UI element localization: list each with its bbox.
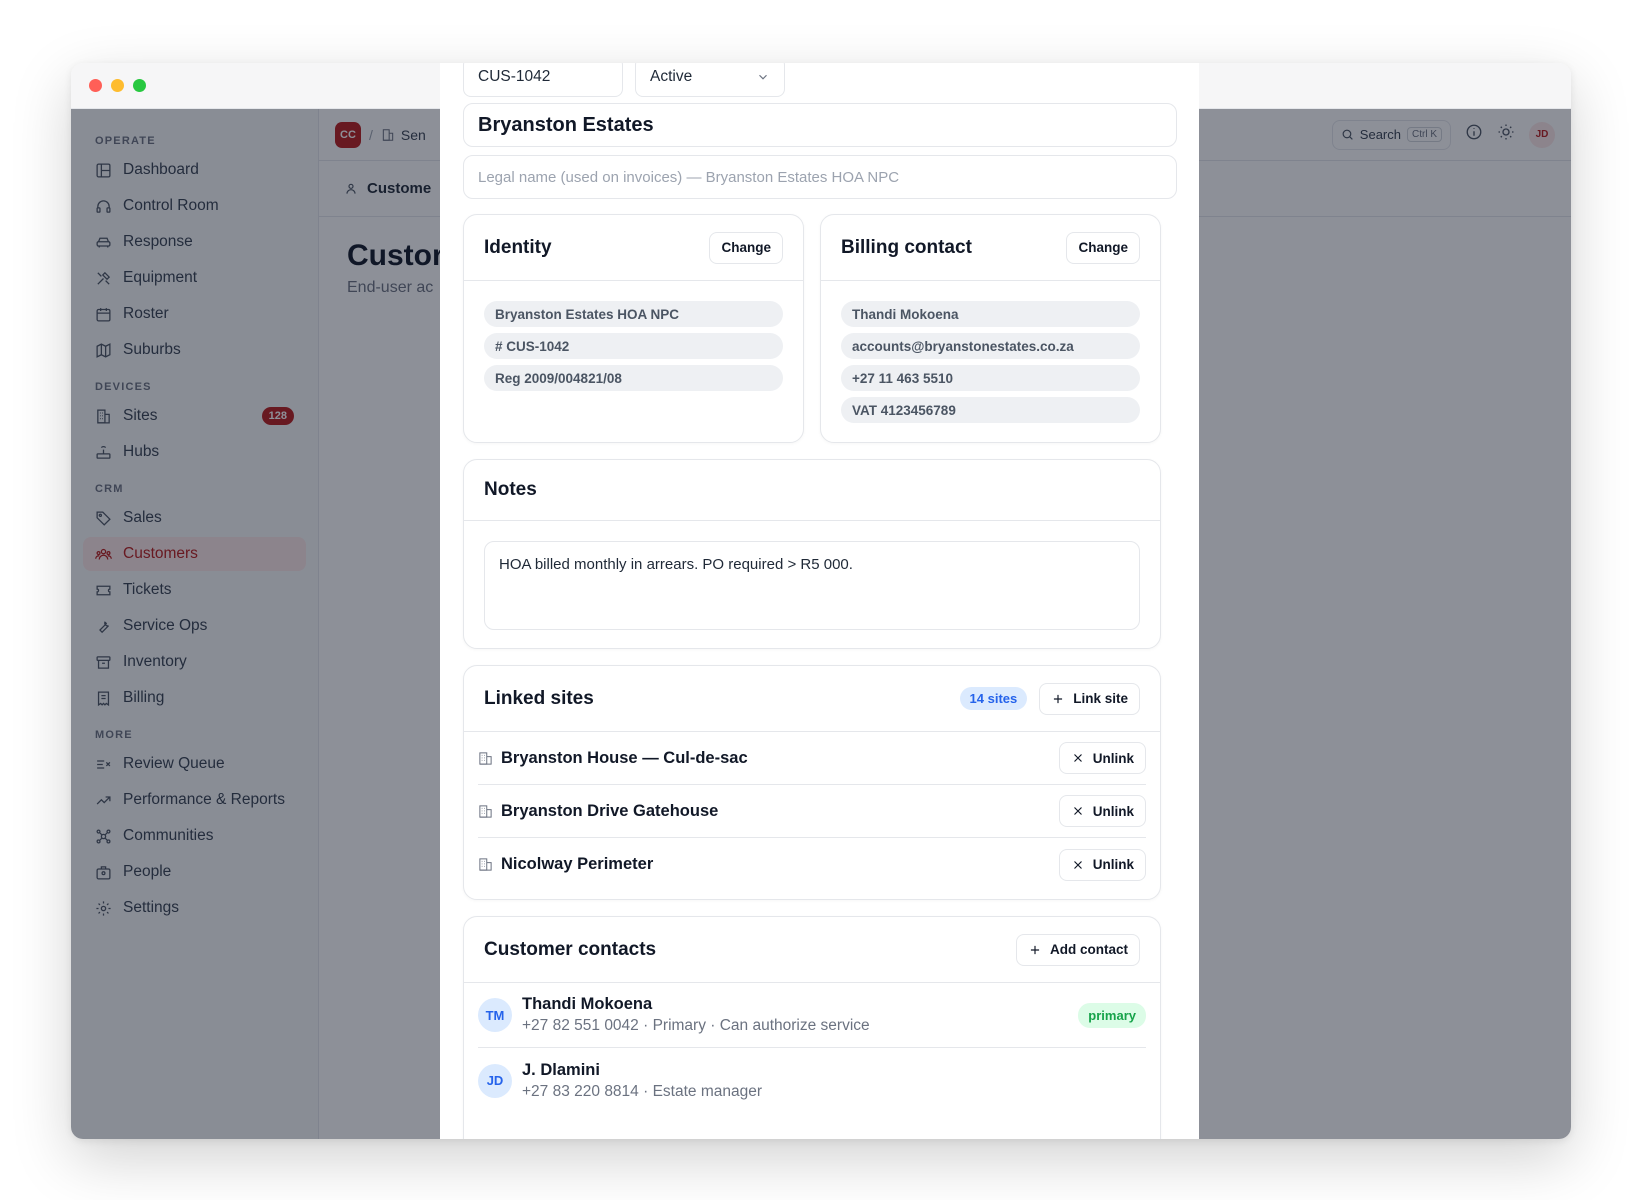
customer-contacts-card: Customer contacts Add contact TM Thandi … bbox=[463, 916, 1161, 1139]
avatar: JD bbox=[478, 1063, 512, 1098]
status-badge: primary bbox=[1078, 1002, 1146, 1028]
billing-contact-name: Thandi Mokoena bbox=[841, 301, 1140, 327]
plus-icon bbox=[1054, 694, 1063, 703]
contact-meta: +27 83 220 8814 · Estate manager bbox=[522, 1082, 762, 1100]
billing-contact-card: Billing contact Change Thandi Mokoena ac… bbox=[820, 214, 1161, 443]
identity-code: # CUS-1042 bbox=[484, 333, 783, 359]
unlink-label: Unlink bbox=[1092, 803, 1134, 819]
billing-vat: VAT 4123456789 bbox=[841, 397, 1140, 423]
identity-card-header: Identity Change bbox=[464, 215, 803, 281]
link-site-button[interactable]: Link site bbox=[1039, 682, 1140, 715]
contact-meta: +27 82 551 0042 · Primary · Can authoriz… bbox=[522, 1017, 870, 1034]
billing-change-button[interactable]: Change bbox=[1066, 231, 1140, 264]
close-icon bbox=[1073, 807, 1082, 815]
unlink-label: Unlink bbox=[1092, 857, 1134, 872]
contacts-title: Customer contacts bbox=[484, 938, 657, 960]
legal-name-field[interactable]: Legal name (used on invoices) — Bryansto… bbox=[463, 155, 1177, 199]
customer-edit-modal: CUS-1042 Active Bryanston Estates Legal … bbox=[440, 63, 1199, 1139]
code-status-row: CUS-1042 Active bbox=[463, 63, 785, 97]
unlink-button[interactable]: Unlink bbox=[1058, 742, 1146, 774]
billing-card-header: Billing contact Change bbox=[821, 215, 1160, 281]
notes-card: Notes HOA billed monthly in arrears. PO … bbox=[463, 459, 1161, 649]
contact-name: Thandi Mokoena bbox=[522, 995, 653, 1013]
linked-sites-card: Linked sites 14 sites Link site Bryansto… bbox=[463, 665, 1161, 900]
customer-name-field[interactable]: Bryanston Estates bbox=[463, 103, 1177, 147]
contact-name: J. Dlamini bbox=[522, 1060, 600, 1079]
list-item[interactable]: JD J. Dlamini +27 83 220 8814 · Estate m… bbox=[478, 1048, 1146, 1113]
list-item[interactable]: TM Thandi Mokoena +27 82 551 0042 · Prim… bbox=[478, 983, 1146, 1048]
building-icon bbox=[479, 804, 492, 818]
close-window-button[interactable] bbox=[89, 79, 102, 92]
close-icon bbox=[1073, 860, 1082, 869]
billing-phone: +27 11 463 5510 bbox=[841, 365, 1140, 391]
contacts-list: TM Thandi Mokoena +27 82 551 0042 · Prim… bbox=[464, 983, 1160, 1113]
unlink-label: Unlink bbox=[1092, 750, 1134, 766]
list-item: Bryanston Drive Gatehouse Unlink bbox=[478, 785, 1146, 838]
billing-title: Billing contact bbox=[841, 236, 972, 258]
identity-legal-name: Bryanston Estates HOA NPC bbox=[484, 301, 783, 327]
site-name[interactable]: Bryanston Drive Gatehouse bbox=[501, 802, 718, 821]
customer-code-field[interactable]: CUS-1042 bbox=[463, 63, 623, 97]
linked-sites-header: Linked sites 14 sites Link site bbox=[464, 666, 1160, 732]
list-item: Bryanston House — Cul-de-sac Unlink bbox=[478, 732, 1146, 785]
billing-email: accounts@bryanstonestates.co.za bbox=[841, 333, 1140, 359]
contacts-header: Customer contacts Add contact bbox=[464, 917, 1160, 983]
status-value: Active bbox=[650, 68, 693, 85]
notes-textarea[interactable]: HOA billed monthly in arrears. PO requir… bbox=[484, 541, 1140, 630]
sites-count-badge: 14 sites bbox=[959, 687, 1028, 710]
identity-card: Identity Change Bryanston Estates HOA NP… bbox=[463, 214, 804, 443]
status-select[interactable]: Active bbox=[635, 63, 785, 97]
chevron-down-icon bbox=[759, 74, 767, 80]
identity-change-button[interactable]: Change bbox=[709, 231, 783, 264]
unlink-button[interactable]: Unlink bbox=[1058, 795, 1146, 827]
maximize-window-button[interactable] bbox=[133, 79, 146, 92]
building-icon bbox=[479, 858, 492, 871]
site-name[interactable]: Bryanston House — Cul-de-sac bbox=[501, 749, 748, 768]
billing-details: Thandi Mokoena accounts@bryanstonestates… bbox=[821, 281, 1160, 423]
notes-card-header: Notes bbox=[464, 460, 1160, 521]
avatar: TM bbox=[478, 998, 512, 1032]
identity-title: Identity bbox=[484, 236, 552, 258]
unlink-button[interactable]: Unlink bbox=[1058, 848, 1146, 881]
close-icon bbox=[1073, 754, 1082, 762]
notes-title: Notes bbox=[484, 479, 537, 500]
identity-details: Bryanston Estates HOA NPC # CUS-1042 Reg… bbox=[464, 281, 803, 391]
plus-icon bbox=[1030, 945, 1040, 954]
add-contact-button[interactable]: Add contact bbox=[1015, 933, 1140, 966]
link-site-label: Link site bbox=[1073, 691, 1128, 706]
building-icon bbox=[479, 751, 492, 765]
site-name[interactable]: Nicolway Perimeter bbox=[501, 855, 653, 874]
list-item: Nicolway Perimeter Unlink bbox=[478, 838, 1146, 891]
add-contact-label: Add contact bbox=[1049, 942, 1128, 957]
identity-registration: Reg 2009/004821/08 bbox=[484, 365, 783, 391]
linked-sites-list: Bryanston House — Cul-de-sac Unlink Brya… bbox=[464, 732, 1160, 891]
minimize-window-button[interactable] bbox=[111, 79, 124, 92]
linked-sites-title: Linked sites bbox=[484, 687, 594, 709]
